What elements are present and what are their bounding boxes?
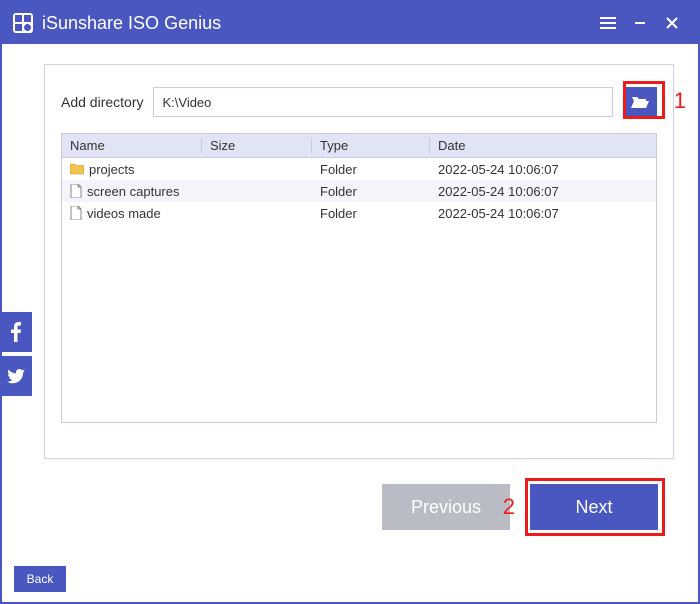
file-type: Folder [312,162,430,177]
file-type: Folder [312,184,430,199]
file-name: screen captures [87,184,180,199]
annotation-number-browse: 1 [674,88,686,114]
file-table: Name Size Type Date projectsFolder2022-0… [61,133,657,423]
close-button[interactable] [656,7,688,39]
header-name[interactable]: Name [62,138,202,153]
annotation-number-next: 2 [503,494,515,520]
minimize-button[interactable] [624,7,656,39]
twitter-icon [7,369,25,384]
social-sidebar [0,312,32,400]
menu-button[interactable] [592,7,624,39]
header-date[interactable]: Date [430,138,656,153]
main-panel: Add directory Name Size Type Date projec… [44,64,674,459]
twitter-button[interactable] [0,356,32,396]
add-directory-input[interactable] [153,87,613,117]
facebook-icon [11,322,21,342]
folder-icon [70,163,84,175]
file-name: videos made [87,206,161,221]
back-button[interactable]: Back [14,566,66,592]
previous-button[interactable]: Previous [382,484,510,530]
file-type: Folder [312,206,430,221]
table-row[interactable]: projects Folder2022-05-24 10:06:07 [62,158,656,180]
file-date: 2022-05-24 10:06:07 [430,162,656,177]
app-title: iSunshare ISO Genius [42,13,592,34]
file-date: 2022-05-24 10:06:07 [430,184,656,199]
file-icon [70,206,82,220]
add-directory-label: Add directory [61,94,143,110]
header-type[interactable]: Type [312,138,430,153]
folder-open-icon [631,95,649,109]
table-row[interactable]: screen captures Folder2022-05-24 10:06:07 [62,180,656,202]
file-date: 2022-05-24 10:06:07 [430,206,656,221]
file-name: projects [89,162,135,177]
header-size[interactable]: Size [202,138,312,153]
file-icon [70,184,82,198]
next-button[interactable]: Next [530,484,658,530]
facebook-button[interactable] [0,312,32,352]
browse-folder-button[interactable] [623,87,657,117]
table-row[interactable]: videos made Folder2022-05-24 10:06:07 [62,202,656,224]
app-logo-icon [12,12,34,34]
table-header: Name Size Type Date [62,134,656,158]
title-bar: iSunshare ISO Genius [2,2,698,44]
